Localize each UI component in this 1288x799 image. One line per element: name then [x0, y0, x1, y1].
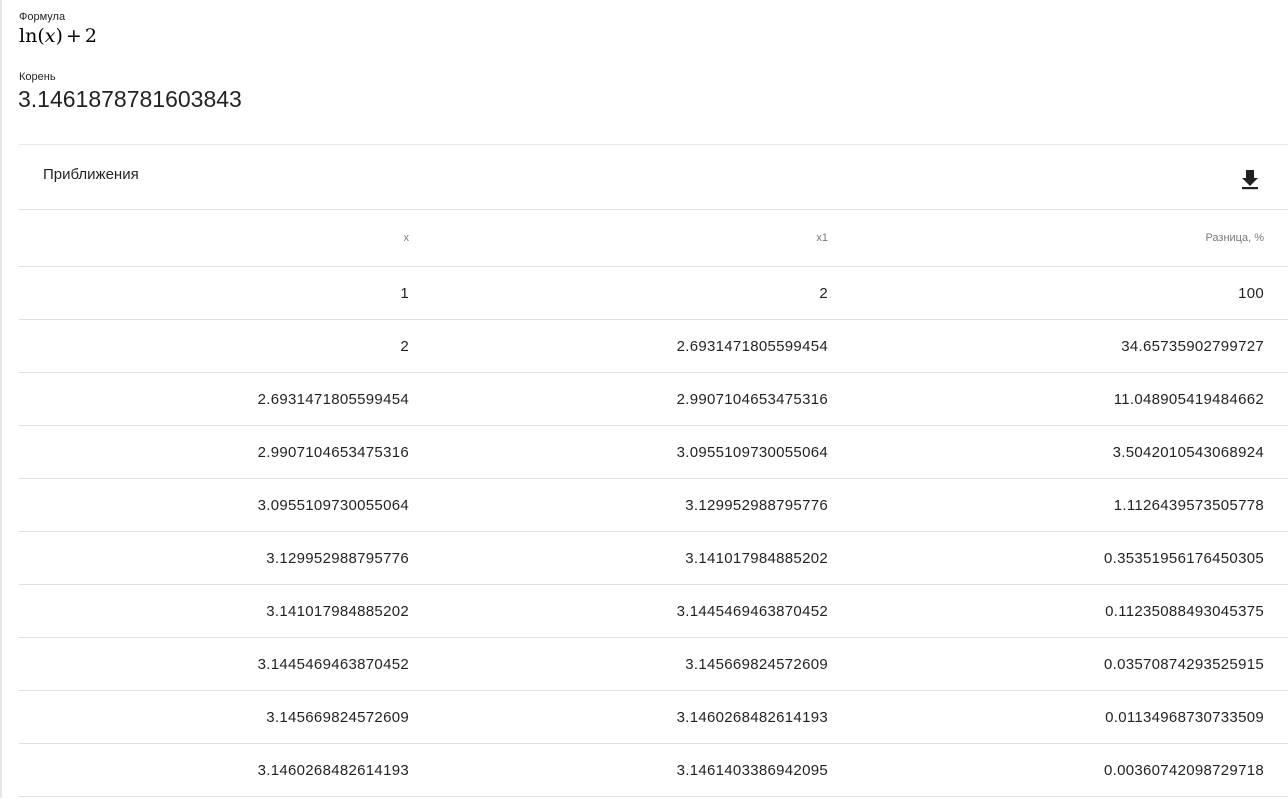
cell-x1: 3.1460268482614193 — [409, 690, 828, 744]
formula-close-paren: ) — [55, 25, 63, 47]
table-row: 2.9907104653475316 3.0955109730055064 3.… — [19, 425, 1288, 479]
cell-x1: 3.129952988795776 — [409, 478, 828, 532]
approximations-card: Приближения x x1 Разница, % 1 2 100 2 2.… — [19, 144, 1288, 799]
cell-difference: 1.1126439573505778 — [828, 478, 1288, 532]
table-row: 3.141017984885202 3.1445469463870452 0.1… — [19, 584, 1288, 638]
cell-x: 2.6931471805599454 — [19, 372, 409, 426]
formula-display: ln(x) +2 — [19, 24, 97, 48]
cell-x: 3.1445469463870452 — [19, 637, 409, 691]
root-value: 3.1461878781603843 — [18, 86, 242, 112]
formula-label: Формула — [19, 11, 66, 23]
cell-x: 3.129952988795776 — [19, 531, 409, 585]
root-label: Корень — [19, 71, 56, 83]
cell-difference: 34.65735902799727 — [828, 319, 1288, 373]
cell-difference: 3.5042010543068924 — [828, 425, 1288, 479]
table-row: 3.0955109730055064 3.129952988795776 1.1… — [19, 478, 1288, 532]
approximations-table: x x1 Разница, % 1 2 100 2 2.693147180559… — [19, 210, 1288, 797]
table-row: 3.129952988795776 3.141017984885202 0.35… — [19, 531, 1288, 585]
cell-x: 2.9907104653475316 — [19, 425, 409, 479]
cell-difference: 11.048905419484662 — [828, 372, 1288, 426]
cell-x1: 3.145669824572609 — [409, 637, 828, 691]
table-row: 2.6931471805599454 2.9907104653475316 11… — [19, 372, 1288, 426]
cell-difference: 0.03570874293525915 — [828, 637, 1288, 691]
cell-x: 3.1460268482614193 — [19, 743, 409, 797]
cell-difference: 0.00360742098729718 — [828, 743, 1288, 797]
table-row: 3.1460268482614193 3.1461403386942095 0.… — [19, 743, 1288, 797]
download-button[interactable] — [1239, 167, 1261, 191]
cell-x: 3.141017984885202 — [19, 584, 409, 638]
cell-difference: 100 — [828, 266, 1288, 320]
cell-difference: 0.35351956176450305 — [828, 531, 1288, 585]
table-row: 3.145669824572609 3.1460268482614193 0.0… — [19, 690, 1288, 744]
table-row: 1 2 100 — [19, 266, 1288, 320]
cell-x1: 2.6931471805599454 — [409, 319, 828, 373]
cell-x1: 2 — [409, 266, 828, 320]
cell-x1: 3.1461403386942095 — [409, 743, 828, 797]
cell-x1: 3.0955109730055064 — [409, 425, 828, 479]
formula-open-paren: ( — [37, 25, 45, 47]
left-divider — [0, 0, 2, 798]
cell-x: 2 — [19, 319, 409, 373]
formula-function: ln — [19, 25, 38, 47]
cell-x1: 3.1445469463870452 — [409, 584, 828, 638]
download-icon — [1242, 170, 1258, 190]
cell-x: 3.145669824572609 — [19, 690, 409, 744]
table-row: 2 2.6931471805599454 34.65735902799727 — [19, 319, 1288, 373]
cell-x1: 2.9907104653475316 — [409, 372, 828, 426]
formula-constant: 2 — [84, 25, 97, 47]
column-header-difference[interactable]: Разница, % — [828, 210, 1288, 267]
table-header-row: x x1 Разница, % — [19, 210, 1288, 267]
cell-x: 1 — [19, 266, 409, 320]
column-header-x[interactable]: x — [19, 210, 409, 267]
formula-variable: x — [44, 25, 56, 47]
cell-difference: 0.01134968730733509 — [828, 690, 1288, 744]
cell-x1: 3.141017984885202 — [409, 531, 828, 585]
approximations-title: Приближения — [43, 166, 139, 183]
approximations-header: Приближения — [19, 145, 1288, 210]
column-header-x1[interactable]: x1 — [409, 210, 828, 267]
cell-x: 3.0955109730055064 — [19, 478, 409, 532]
cell-difference: 0.11235088493045375 — [828, 584, 1288, 638]
table-row: 3.1445469463870452 3.145669824572609 0.0… — [19, 637, 1288, 691]
formula-operator: + — [65, 25, 82, 47]
